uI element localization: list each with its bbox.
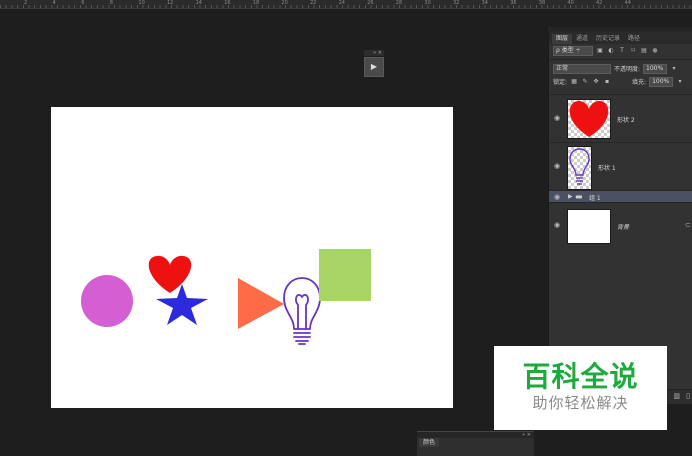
- type-filter-icon[interactable]: T: [618, 47, 626, 54]
- ruler-tick-label: 38: [538, 0, 546, 6]
- tab-paths[interactable]: 路径: [624, 34, 644, 44]
- fill-input[interactable]: 100%: [649, 76, 674, 87]
- ruler-tick-label: 4: [52, 0, 56, 6]
- trash-icon[interactable]: ▯: [686, 392, 690, 400]
- watermark-logo: 百科全说 助你轻松解决: [494, 346, 667, 430]
- tab-history[interactable]: 历史记录: [592, 34, 624, 44]
- blend-mode-select[interactable]: 正常: [553, 63, 611, 74]
- layer-row[interactable]: ◉ 形状 1: [549, 142, 692, 191]
- opacity-label: 不透明度:: [614, 66, 641, 73]
- divider: [549, 59, 692, 60]
- ruler-tick-label: 6: [81, 0, 85, 6]
- visibility-eye-icon[interactable]: ◉: [553, 193, 561, 201]
- visibility-eye-icon[interactable]: ◉: [553, 221, 561, 229]
- visibility-eye-icon[interactable]: ◉: [553, 114, 561, 122]
- lock-label: 锁定:: [553, 79, 568, 86]
- color-panel: » × 颜色: [417, 431, 534, 456]
- new-layer-icon[interactable]: ▥: [673, 392, 680, 400]
- ruler-tick-label: 34: [481, 0, 488, 6]
- layer-name[interactable]: 形状 2: [617, 115, 635, 124]
- lightbulb-icon: [569, 148, 590, 185]
- opacity-dropdown-icon[interactable]: ▾: [670, 65, 678, 72]
- ruler-tick-label: 40: [567, 0, 574, 6]
- ruler-tick-label: 32: [453, 0, 460, 6]
- layer-name[interactable]: 背景: [617, 222, 629, 231]
- panel-tabs: 图层 通道 历史记录 路径: [549, 32, 692, 44]
- layer-name[interactable]: 组 1: [589, 193, 601, 202]
- ruler-tick-label: 22: [310, 0, 317, 6]
- visibility-eye-icon[interactable]: ◉: [553, 162, 561, 170]
- layer-thumbnail: [567, 209, 611, 244]
- blend-mode-value: 正常: [556, 64, 569, 72]
- ruler-tick-label: 30: [424, 0, 431, 6]
- watermark-title: 百科全说: [522, 360, 639, 393]
- tab-channels[interactable]: 通道: [572, 34, 592, 44]
- fill-label: 填充:: [632, 79, 647, 86]
- horizontal-ruler: 2 4 6 8 10 12 14 16 18 20 22 24 26 28 30 32 34 36 38 40 42 44: [0, 0, 692, 9]
- tab-layers[interactable]: 图层: [552, 34, 573, 44]
- watermark-subtitle: 助你轻松解决: [532, 394, 629, 412]
- lock-row: 锁定: ▦ ✎ ✥ ▪ 填充: 100% ▾: [549, 75, 692, 88]
- ruler-tick-label: 44: [624, 0, 631, 6]
- filter-label: ρ 类型: [556, 46, 574, 54]
- ruler-tick-label: 36: [510, 0, 517, 6]
- lightbulb-icon[interactable]: [283, 277, 321, 345]
- ruler-tick-label: 42: [596, 0, 603, 6]
- ruler-tick-label: 26: [367, 0, 374, 6]
- lock-transparency-icon[interactable]: ▦: [570, 78, 578, 85]
- ruler-tick-label: 10: [138, 0, 145, 6]
- layer-name[interactable]: 形状 1: [598, 163, 616, 172]
- layer-row[interactable]: ◉ 背景 ⊂: [549, 202, 692, 249]
- lock-move-icon[interactable]: ✥: [592, 78, 600, 85]
- document-canvas[interactable]: [51, 107, 453, 408]
- opacity-input[interactable]: 100%: [643, 63, 668, 74]
- heart-shape[interactable]: [148, 255, 192, 293]
- ruler-tick-label: 28: [395, 0, 403, 6]
- shape-filter-icon[interactable]: ⌑: [629, 47, 637, 54]
- canvas-shapes: [81, 249, 371, 345]
- lock-all-icon[interactable]: ▪: [603, 78, 611, 85]
- ruler-tick-label: 2: [24, 0, 28, 6]
- tab-color[interactable]: 颜色: [419, 438, 440, 447]
- ruler-tick-label: 20: [281, 0, 288, 6]
- layer-filter-select[interactable]: ρ 类型 ÷: [553, 45, 593, 56]
- folder-icon: ▬: [575, 192, 583, 201]
- circle-shape[interactable]: [81, 275, 133, 327]
- smart-object-filter-icon[interactable]: ▤: [640, 47, 648, 54]
- blend-row: 正常 不透明度: 100% ▾: [549, 62, 692, 75]
- ruler-tick-label: 12: [167, 0, 174, 6]
- pixel-filter-icon[interactable]: ▣: [596, 47, 604, 54]
- star-shape[interactable]: [156, 284, 208, 325]
- ruler-tick-label: 18: [252, 0, 260, 6]
- ruler-tick-label: 24: [338, 0, 345, 6]
- triangle-shape[interactable]: [238, 278, 284, 329]
- ruler-tick-label: 14: [195, 0, 202, 6]
- mini-panel-header[interactable]: » ×: [364, 50, 384, 56]
- lock-icon: ⊂: [685, 221, 691, 229]
- square-shape[interactable]: [319, 249, 371, 301]
- actions-mini-panel: » × ▶: [364, 50, 384, 79]
- layer-row[interactable]: ◉ 形状 2: [549, 94, 692, 143]
- filter-toggle-icon[interactable]: ●: [651, 47, 659, 54]
- layer-thumbnail: [567, 99, 611, 139]
- ruler-tick-label: 8: [109, 0, 113, 6]
- adjustment-filter-icon[interactable]: ◐: [607, 47, 615, 54]
- expand-triangle-icon[interactable]: ▶: [568, 193, 573, 200]
- layer-thumbnail: [567, 146, 592, 190]
- fill-dropdown-icon[interactable]: ▾: [676, 78, 684, 85]
- lock-paint-icon[interactable]: ✎: [581, 78, 589, 85]
- heart-icon: [569, 100, 609, 137]
- filter-row: ρ 类型 ÷ ▣ ◐ T ⌑ ▤ ●: [549, 44, 692, 57]
- ruler-tick-label: 16: [224, 0, 231, 6]
- play-icon[interactable]: ▶: [364, 57, 384, 77]
